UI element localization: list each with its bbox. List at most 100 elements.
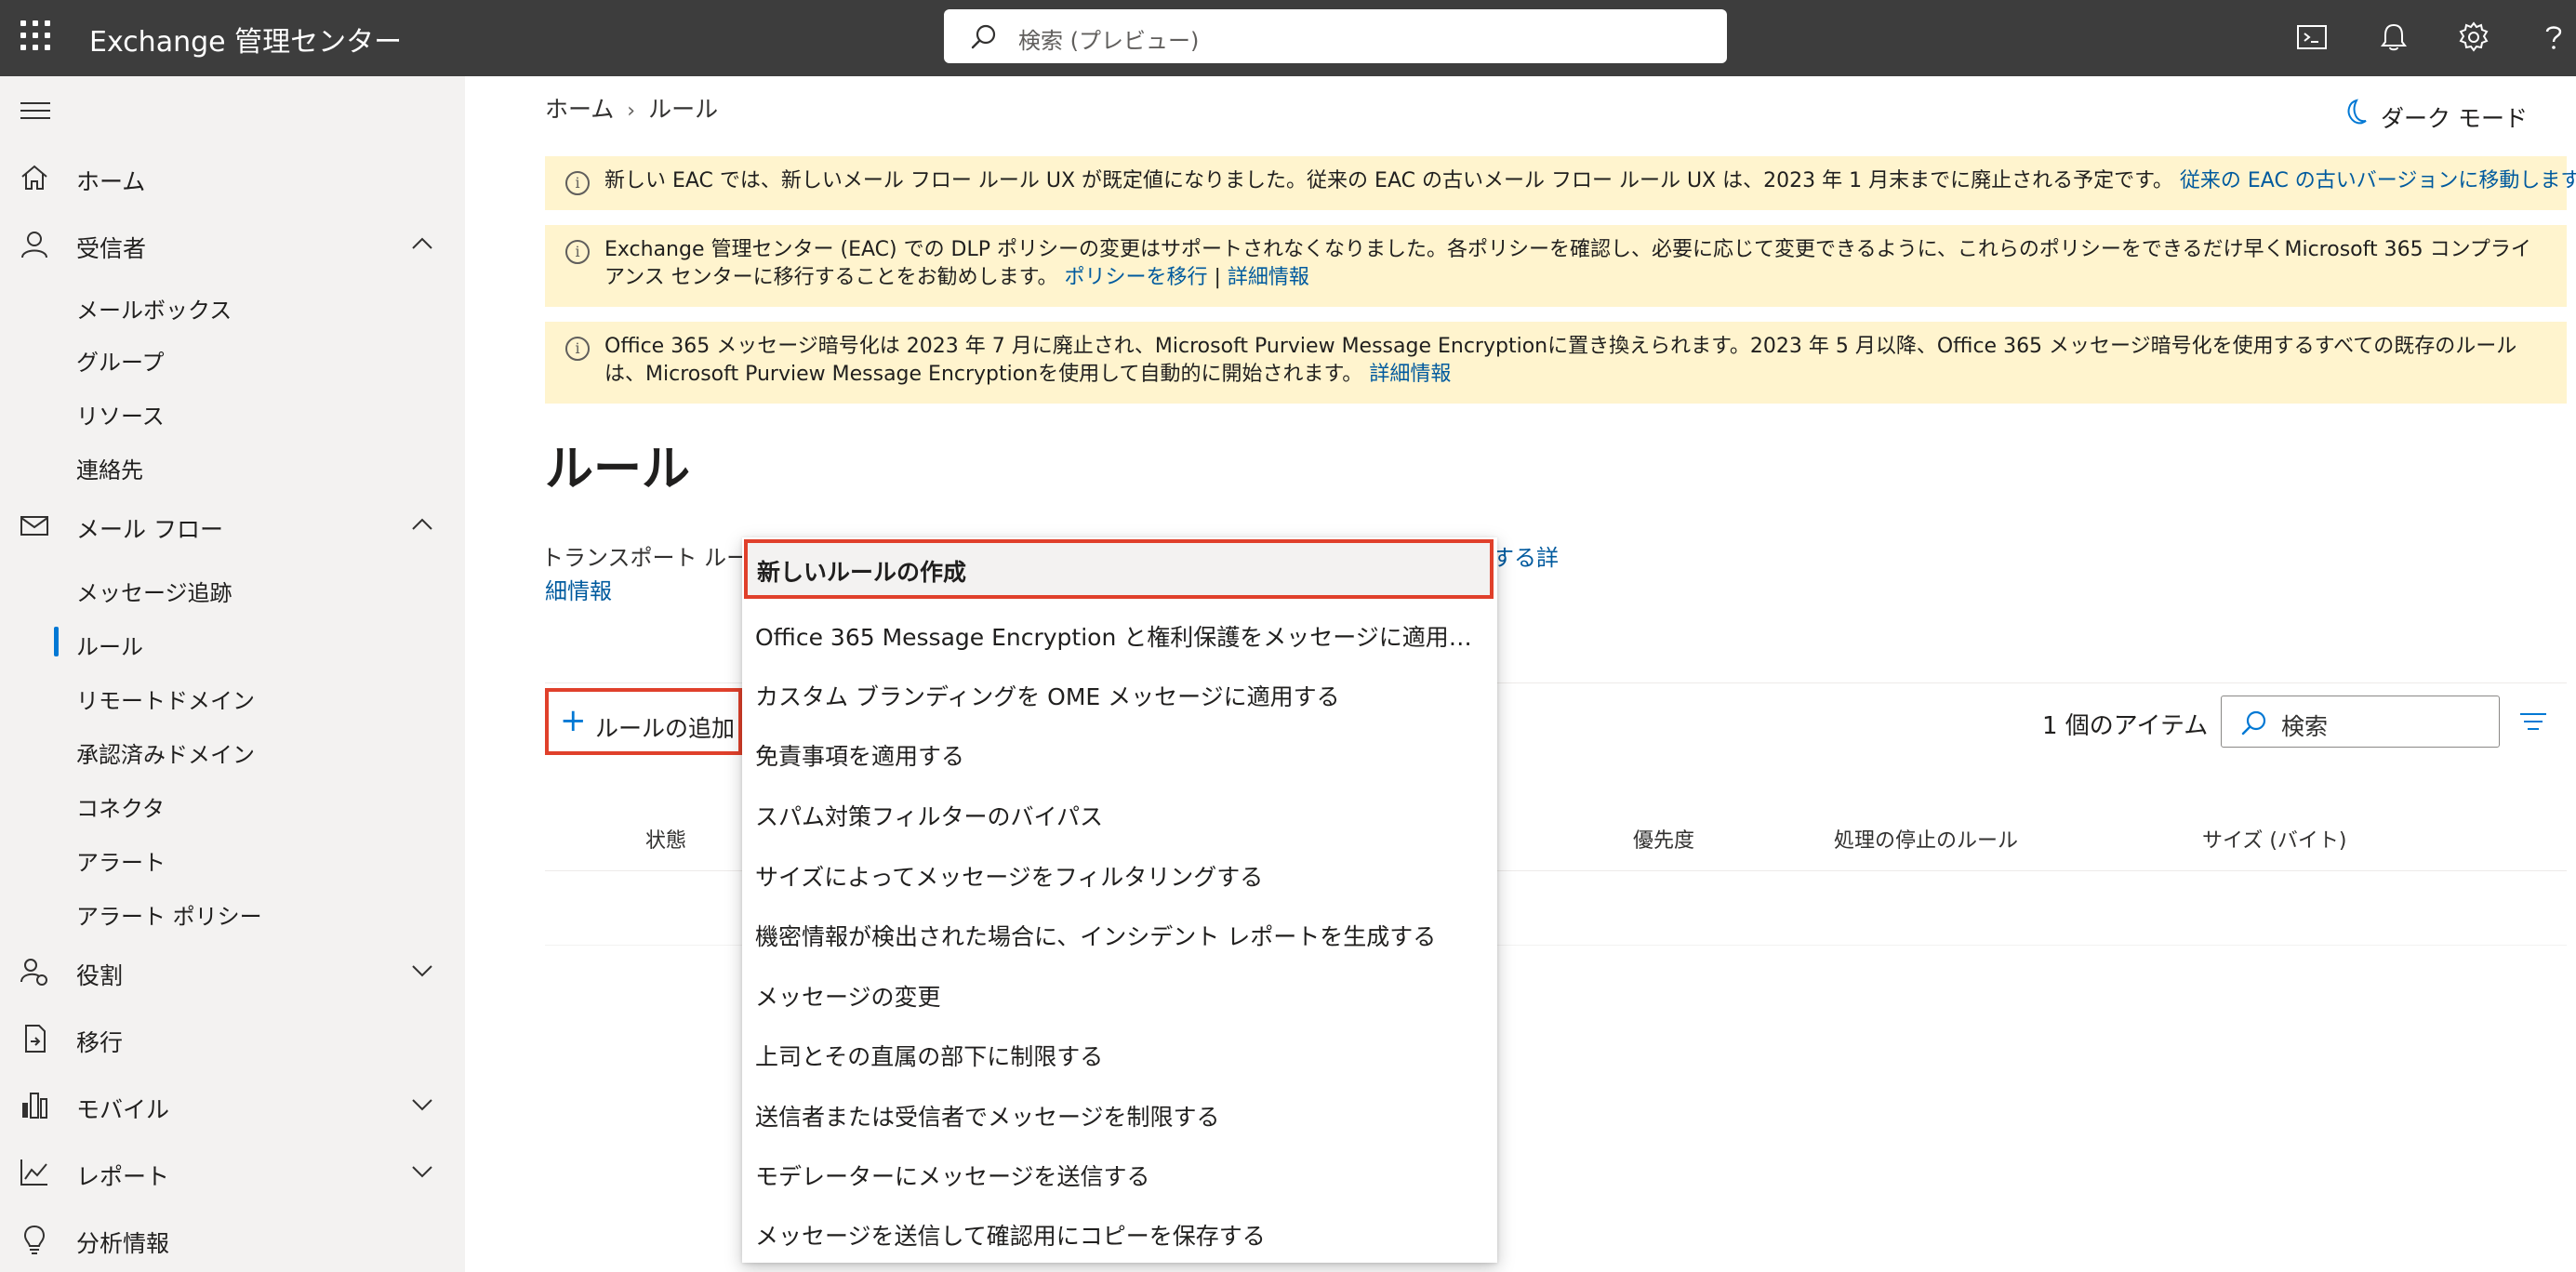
list-search-input[interactable]: 検索 — [2221, 696, 2500, 748]
chevron-up-icon[interactable] — [409, 232, 435, 255]
sidebar-item-label: 受信者 — [76, 235, 147, 262]
filter-icon[interactable] — [2518, 710, 2548, 733]
menu-item-send-to-moderator[interactable]: モデレーターにメッセージを送信する — [742, 1144, 1497, 1203]
sidebar-item-rules[interactable]: ルール — [0, 617, 465, 666]
sidebar-item-message-trace[interactable]: メッセージ追跡 — [0, 563, 465, 612]
sidebar-item-label: アラート — [76, 850, 166, 876]
menu-item-send-and-save-copy[interactable]: メッセージを送信して確認用にコピーを保存する — [742, 1203, 1497, 1263]
column-header-size[interactable]: サイズ (バイト) — [2202, 824, 2347, 854]
column-header-stop-processing[interactable]: 処理の停止のルール — [1834, 824, 2018, 854]
sidebar-item-groups[interactable]: グループ — [0, 333, 465, 381]
sidebar-item-mail-flow[interactable]: メール フロー — [0, 498, 465, 550]
sidebar-item-label: メッセージ追跡 — [76, 580, 232, 606]
menu-item-apply-ome[interactable]: Office 365 Message Encryption と権利保護をメッセー… — [742, 604, 1497, 664]
menu-item-label: メッセージの変更 — [755, 984, 941, 1011]
sidebar-item-label: ルール — [76, 634, 143, 660]
menu-item-create-new-rule[interactable]: 新しいルールの作成 — [744, 539, 1494, 599]
plus-icon: + — [560, 702, 587, 739]
sidebar-item-roles[interactable]: 役割 — [0, 945, 465, 997]
breadcrumb-current: ルール — [648, 96, 719, 123]
sidebar-item-label: ホーム — [76, 168, 146, 195]
sidebar-item-resources[interactable]: リソース — [0, 387, 465, 435]
sidebar-item-alert-policies[interactable]: アラート ポリシー — [0, 887, 465, 935]
list-search-placeholder: 検索 — [2281, 713, 2329, 740]
page-title: ルール — [545, 442, 691, 497]
app-title[interactable]: Exchange 管理センター — [89, 19, 402, 60]
sidebar-item-label: 連絡先 — [76, 457, 143, 484]
menu-item-restrict-sender-recipient[interactable]: 送信者または受信者でメッセージを制限する — [742, 1084, 1497, 1144]
info-icon: i — [565, 171, 590, 195]
migration-icon — [25, 1025, 46, 1053]
sidebar-item-label: メールボックス — [76, 298, 232, 324]
add-rule-button[interactable]: + ルールの追加 — [545, 688, 742, 755]
menu-item-label: メッセージを送信して確認用にコピーを保存する — [755, 1223, 1266, 1250]
sidebar-item-label: レポート — [76, 1163, 170, 1190]
top-search-input[interactable]: 検索 (プレビュー) — [944, 9, 1727, 63]
sidebar-item-mobile[interactable]: モバイル — [0, 1079, 465, 1131]
bell-icon[interactable] — [2375, 19, 2412, 56]
sidebar: ホーム 受信者 メールボックス グループ リソース 連絡先 メール フロー メッ… — [0, 76, 465, 1272]
info-icon: i — [565, 337, 590, 361]
menu-item-label: スパム対策フィルターのバイパス — [755, 803, 1104, 830]
search-icon — [2241, 710, 2266, 735]
insights-icon — [23, 1225, 46, 1254]
chevron-down-icon[interactable] — [409, 1160, 435, 1183]
sidebar-item-label: コネクタ — [76, 796, 166, 822]
menu-item-label: 免責事項を適用する — [755, 743, 965, 770]
sidebar-item-label: 移行 — [76, 1029, 124, 1056]
menu-item-custom-branding[interactable]: カスタム ブランディングを OME メッセージに適用する — [742, 664, 1497, 723]
banner-text: Office 365 メッセージ暗号化は 2023 年 7 月に廃止され、Mic… — [604, 335, 2517, 386]
menu-item-restrict-managers[interactable]: 上司とその直属の部下に制限する — [742, 1024, 1497, 1083]
sidebar-item-migration[interactable]: 移行 — [0, 1012, 465, 1064]
menu-item-incident-report[interactable]: 機密情報が検出された場合に、インシデント レポートを生成する — [742, 904, 1497, 963]
banner-link-learn-more[interactable]: 詳細情報 — [1369, 363, 1451, 386]
person-icon — [21, 232, 47, 258]
dark-mode-toggle[interactable]: ダーク モード — [2347, 99, 2528, 134]
page-description-link[interactable]: 細情報 — [545, 573, 612, 605]
add-rule-dropdown-menu: 新しいルールの作成 Office 365 Message Encryption … — [742, 537, 1497, 1263]
sidebar-item-home[interactable]: ホーム — [0, 151, 465, 203]
sidebar-item-label: 役割 — [76, 962, 124, 989]
sidebar-item-remote-domains[interactable]: リモートドメイン — [0, 671, 465, 720]
banner-link-learn-more[interactable]: 詳細情報 — [1228, 266, 1309, 289]
chevron-down-icon[interactable] — [409, 960, 435, 982]
top-bar: Exchange 管理センター 検索 (プレビュー) — [0, 0, 2576, 76]
sidebar-item-contacts[interactable]: 連絡先 — [0, 441, 465, 489]
chevron-up-icon[interactable] — [409, 513, 435, 536]
page-description-link[interactable]: する詳 — [1492, 539, 1559, 572]
sidebar-item-accepted-domains[interactable]: 承認済みドメイン — [0, 725, 465, 774]
menu-item-label: Office 365 Message Encryption と権利保護をメッセー… — [755, 624, 1490, 651]
menu-item-modify-messages[interactable]: メッセージの変更 — [742, 964, 1497, 1024]
banner-link-old-eac[interactable]: 従来の EAC の古いバージョンに移動します。 — [2180, 169, 2576, 192]
menu-item-disclaimer[interactable]: 免責事項を適用する — [742, 723, 1497, 783]
sidebar-item-alerts[interactable]: アラート — [0, 833, 465, 881]
help-icon[interactable] — [2535, 19, 2572, 56]
banner-link-migrate-policy[interactable]: ポリシーを移行 — [1064, 266, 1207, 289]
sidebar-item-insights[interactable]: 分析情報 — [0, 1212, 465, 1265]
terminal-icon[interactable] — [2293, 19, 2330, 56]
app-launcher-icon[interactable] — [20, 20, 50, 50]
menu-item-filter-by-size[interactable]: サイズによってメッセージをフィルタリングする — [742, 844, 1497, 904]
sidebar-item-label: アラート ポリシー — [76, 904, 262, 930]
column-header-priority[interactable]: 優先度 — [1633, 824, 1694, 854]
hamburger-menu-icon[interactable] — [20, 102, 50, 123]
banner-text: Exchange 管理センター (EAC) での DLP ポリシーの変更はサポー… — [604, 238, 2531, 289]
sidebar-item-mailbox[interactable]: メールボックス — [0, 281, 465, 329]
breadcrumb: ホーム › ルール — [545, 91, 718, 125]
chevron-right-icon: › — [627, 99, 636, 123]
chevron-down-icon[interactable] — [409, 1093, 435, 1116]
gear-icon[interactable] — [2455, 19, 2492, 56]
menu-item-label: 送信者または受信者でメッセージを制限する — [755, 1104, 1220, 1131]
banner-text: 新しい EAC では、新しいメール フロー ルール UX が既定値になりました。… — [604, 169, 2173, 192]
search-icon — [971, 24, 996, 49]
report-icon — [20, 1159, 47, 1186]
menu-item-label: 新しいルールの作成 — [757, 559, 967, 586]
menu-item-bypass-spam[interactable]: スパム対策フィルターのバイパス — [742, 784, 1497, 843]
breadcrumb-home[interactable]: ホーム — [545, 96, 614, 123]
sidebar-item-reports[interactable]: レポート — [0, 1146, 465, 1198]
sidebar-item-connectors[interactable]: コネクタ — [0, 779, 465, 828]
sidebar-item-recipients[interactable]: 受信者 — [0, 218, 465, 270]
menu-item-label: サイズによってメッセージをフィルタリングする — [755, 864, 1264, 891]
item-count: 1 個のアイテム — [2042, 712, 2209, 740]
column-header-status[interactable]: 状態 — [645, 824, 686, 854]
